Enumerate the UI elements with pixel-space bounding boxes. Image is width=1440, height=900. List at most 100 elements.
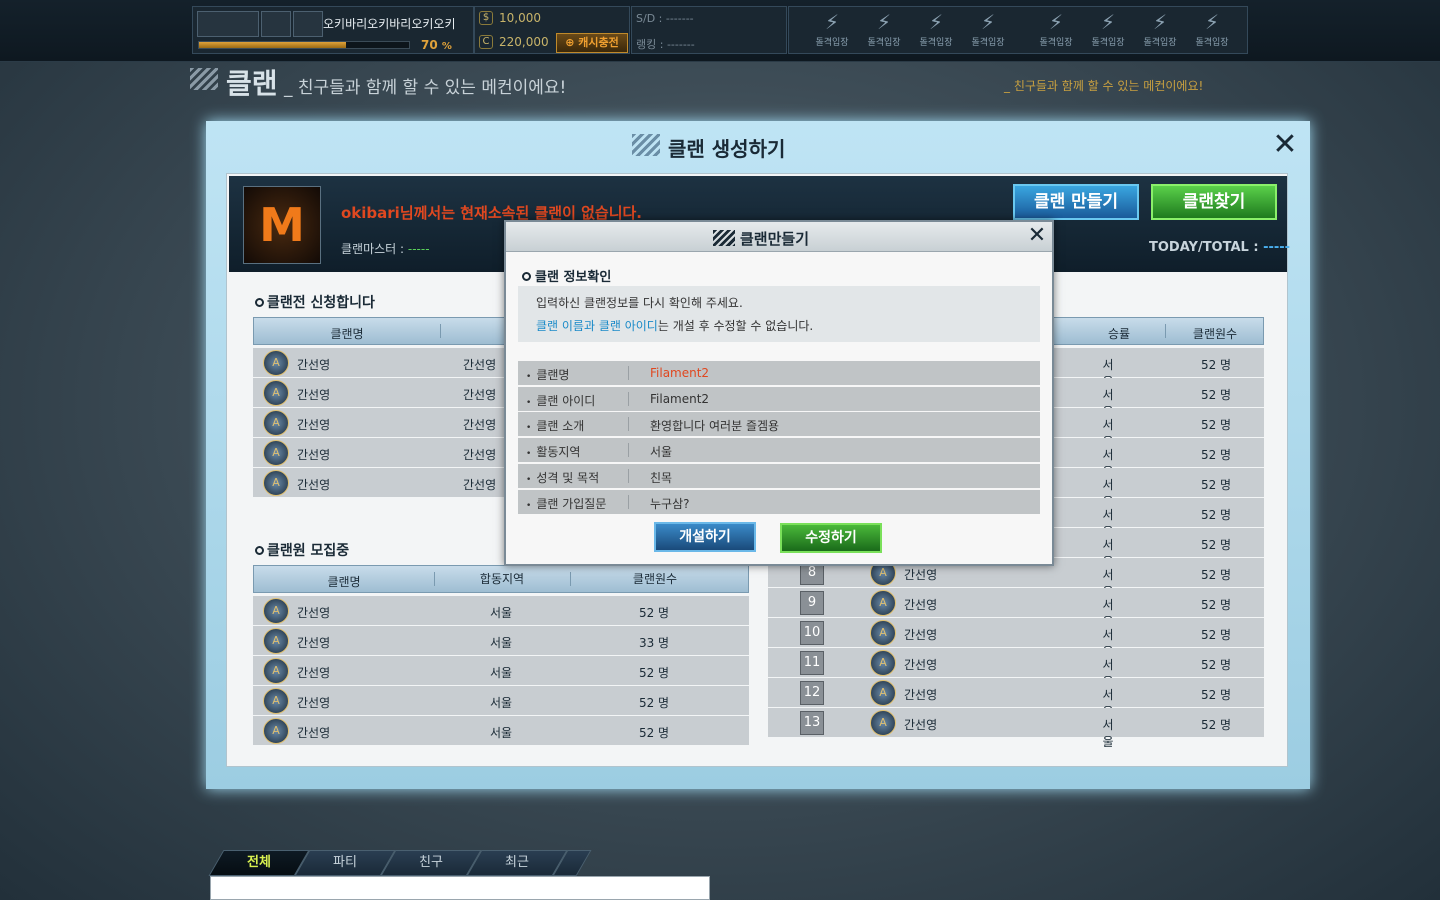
- clan-emblem-icon: A: [263, 658, 289, 684]
- clan-members: 52 명: [1200, 628, 1232, 642]
- table-row[interactable]: 9A간선영서울52 명: [768, 588, 1264, 629]
- quick-join-button[interactable]: ⚡ 돌격입장: [1189, 9, 1235, 53]
- title-stripe-icon: [190, 68, 218, 90]
- clan-create-dialog: 클랜만들기 ✕ 클랜 정보확인 입력하신 클랜정보를 다시 확인해 주세요. 클…: [504, 220, 1054, 566]
- table-row[interactable]: A 간선영 서울 52 명: [253, 596, 749, 626]
- field-row: 클랜 아이디 Filament2: [518, 387, 1040, 411]
- table-row[interactable]: 12A간선영서울52 명: [768, 678, 1264, 719]
- sd-stat: S/D : -------: [636, 12, 694, 25]
- clan-members: 52 명: [638, 696, 670, 710]
- clan-region: 서울: [489, 696, 513, 710]
- make-clan-button[interactable]: 클랜 만들기: [1013, 184, 1139, 220]
- clan-name: 간선영: [297, 606, 331, 620]
- recruit-list: A 간선영 서울 52 명 A 간선영 서울 33 명 A 간선영 서울 52 명 A 간선영 서울 5…: [253, 596, 749, 746]
- field-value: 누구삼?: [650, 497, 690, 511]
- quick-join-button[interactable]: ⚡ 돌격입장: [965, 9, 1011, 53]
- field-value: Filament2: [650, 392, 710, 406]
- clan-members: 52 명: [1200, 418, 1232, 432]
- nickname: 오키바리오키바리오키오키: [323, 17, 456, 31]
- table-row[interactable]: A 간선영 서울 52 명: [253, 686, 749, 716]
- dialog-title: 클랜만들기: [740, 230, 810, 248]
- clan-name: 간선영: [904, 688, 938, 702]
- rank-number: 11: [800, 651, 824, 675]
- clan-members: 52 명: [1200, 598, 1232, 612]
- clan-members: 52 명: [1200, 538, 1232, 552]
- quick-join-button[interactable]: ⚡ 돌격입장: [1137, 9, 1183, 53]
- find-clan-button[interactable]: 클랜찾기: [1151, 184, 1277, 220]
- quick-join-button[interactable]: ⚡ 돌격입장: [913, 9, 959, 53]
- column-header: 승률: [1107, 327, 1131, 341]
- chat-tabs: 전체 파티 친구 최근: [208, 850, 608, 876]
- quick-join-button[interactable]: ⚡ 돌격입장: [1033, 9, 1079, 53]
- clan-region: 서울: [489, 666, 513, 680]
- clan-members: 52 명: [1200, 358, 1232, 372]
- clan-emblem-icon: A: [870, 710, 896, 736]
- rank-badge-icon: [197, 11, 259, 37]
- emblem-icon: [261, 11, 291, 37]
- clan-name: 간선영: [297, 418, 331, 432]
- rank-number: 9: [800, 591, 824, 615]
- clan-emblem-icon: A: [263, 380, 289, 406]
- title-stripe-icon: [713, 230, 735, 246]
- quick-join-label: 돌격입장: [1195, 38, 1229, 48]
- quick-join-button[interactable]: ⚡ 돌격입장: [861, 9, 907, 53]
- close-icon[interactable]: ✕: [1270, 130, 1300, 161]
- clan-name: 간선영: [297, 666, 331, 680]
- clan-cell: 간선영: [463, 358, 497, 372]
- table-row[interactable]: 13 A 간선영 서울 52 명: [768, 708, 1264, 749]
- clan-name: 간선영: [297, 636, 331, 650]
- table-row[interactable]: A 간선영 서울 52 명: [253, 716, 749, 746]
- cash-charge-button[interactable]: ⊕ 캐시충전: [556, 33, 628, 53]
- clan-cell: 간선영: [463, 388, 497, 402]
- table-row[interactable]: 10A간선영서울52 명: [768, 618, 1264, 659]
- tab-recent[interactable]: 최근: [466, 850, 568, 876]
- quick-join-panel: ⚡ 돌격입장 ⚡ 돌격입장 ⚡ 돌격입장 ⚡ 돌격입장 ⚡ 돌격입장 ⚡ 돌격입장 ⚡ 돌격입…: [788, 6, 1248, 54]
- notice-line-2: 클랜 이름과 클랜 아이디는 개설 후 수정할 수 없습니다.: [536, 319, 814, 333]
- quick-join-label: 돌격입장: [1143, 38, 1177, 48]
- clan-members: 52 명: [1200, 568, 1232, 582]
- field-label: 클랜 소개: [526, 417, 584, 434]
- clan-emblem-icon: A: [870, 680, 896, 706]
- clan-name: 간선영: [904, 568, 938, 582]
- lightning-icon: ⚡: [1204, 10, 1220, 34]
- clan-emblem-icon: A: [263, 470, 289, 496]
- clan-members: 52 명: [1200, 718, 1232, 732]
- open-clan-button[interactable]: 개설하기: [654, 522, 756, 552]
- quick-join-button[interactable]: ⚡ 돌격입장: [1085, 9, 1131, 53]
- clan-name: 간선영: [297, 478, 331, 492]
- clan-members: 52 명: [1200, 688, 1232, 702]
- clan-name: 간선영: [904, 598, 938, 612]
- column-header: 클랜명: [327, 575, 361, 589]
- stats-panel: S/D : ------- 랭킹 : -------: [631, 6, 787, 54]
- quick-join-button[interactable]: ⚡ 돌격입장: [809, 9, 855, 53]
- table-row[interactable]: 11A간선영서울52 명: [768, 648, 1264, 689]
- field-value: 환영합니다 여러분 즐겜용: [650, 419, 780, 433]
- grade-icon: [293, 11, 323, 37]
- clan-emblem-icon: A: [263, 350, 289, 376]
- tab-all[interactable]: 전체: [208, 850, 310, 876]
- dialog-header: 클랜만들기 ✕: [506, 222, 1052, 252]
- table-row[interactable]: A 간선영 서울 52 명: [253, 656, 749, 686]
- edit-clan-button[interactable]: 수정하기: [780, 523, 882, 553]
- lightning-icon: ⚡: [1048, 10, 1064, 34]
- rank-number: 12: [800, 681, 824, 705]
- chat-input[interactable]: [210, 876, 710, 900]
- clan-members: 52 명: [638, 606, 670, 620]
- close-icon[interactable]: ✕: [1026, 225, 1048, 249]
- page-title: 클랜: [226, 67, 278, 100]
- field-label: 성격 및 목적: [526, 469, 599, 486]
- clan-emblem-icon: A: [263, 440, 289, 466]
- quick-join-label: 돌격입장: [919, 38, 953, 48]
- currency-panel: $ 10,000 C 220,000 ⊕ 캐시충전: [474, 6, 630, 54]
- exp-bar: [198, 41, 410, 49]
- table-row[interactable]: A 간선영 서울 33 명: [253, 626, 749, 656]
- tab-party[interactable]: 파티: [294, 850, 396, 876]
- clan-cell: 간선영: [463, 478, 497, 492]
- clan-members: 52 명: [1200, 508, 1232, 522]
- field-row: 클랜명 Filament2: [518, 361, 1040, 385]
- clan-name: 간선영: [297, 726, 331, 740]
- tab-friend[interactable]: 친구: [380, 850, 482, 876]
- clan-emblem-icon: A: [263, 628, 289, 654]
- field-row: 클랜 가입질문 누구삼?: [518, 490, 1040, 514]
- clan-name: 간선영: [297, 696, 331, 710]
